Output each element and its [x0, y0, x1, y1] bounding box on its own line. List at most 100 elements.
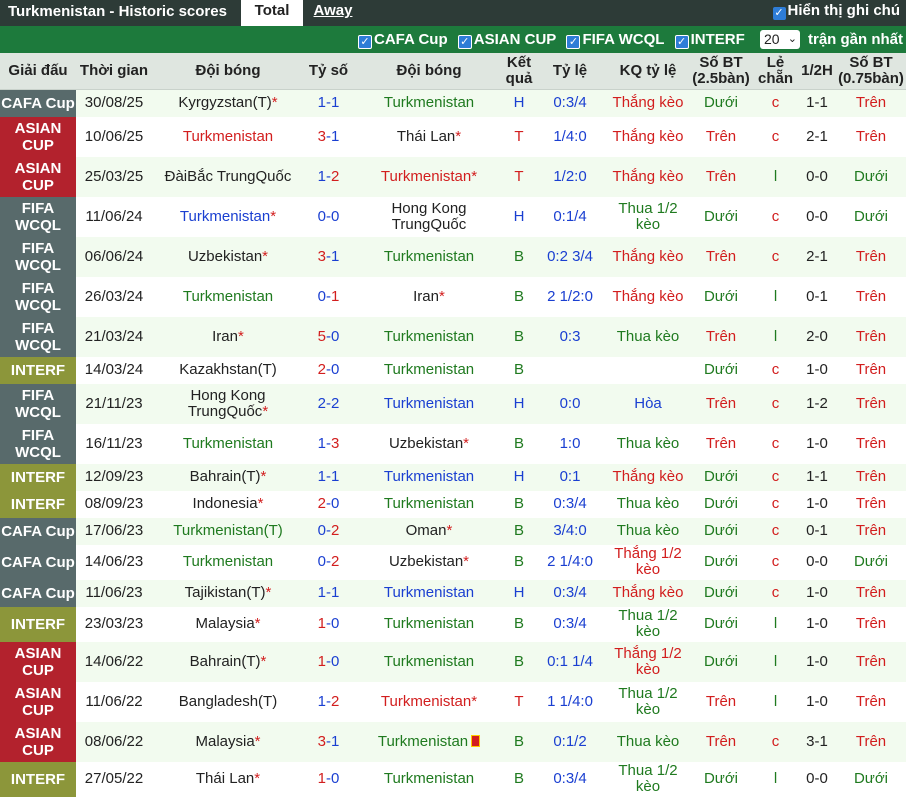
home-team-cell[interactable]: Thái Lan* — [152, 761, 304, 797]
home-team-cell[interactable]: Turkmenistan — [152, 276, 304, 317]
away-team-name[interactable]: Turkmenistan — [384, 584, 474, 601]
show-notes-toggle[interactable]: ✓ Hiển thị ghi chú — [772, 0, 900, 26]
home-team-name[interactable]: Indonesia — [193, 495, 258, 512]
home-team-cell[interactable]: Uzbekistan* — [152, 236, 304, 277]
home-team-name[interactable]: Malaysia — [195, 733, 254, 750]
league-cell[interactable]: ASIAN CUP — [0, 721, 76, 762]
away-team-name[interactable]: Turkmenistan — [384, 615, 474, 632]
table-row[interactable]: INTERF 14/03/24 Kazakhstan(T) 2-0 Turkmenist… — [0, 356, 906, 384]
away-team-name[interactable]: Uzbekistan — [389, 553, 463, 570]
league-cell[interactable]: FIFA WCQL — [0, 276, 76, 317]
filter-fifa-wcql[interactable]: ✓ FIFA WCQL — [566, 31, 664, 49]
column-header[interactable]: Giải đấu — [0, 53, 76, 90]
away-team-name[interactable]: Turkmenistan — [381, 693, 471, 710]
league-cell[interactable]: ASIAN CUP — [0, 641, 76, 682]
column-header[interactable]: Đội bóng — [152, 53, 304, 90]
home-team-cell[interactable]: Turkmenistan(T) — [152, 517, 304, 545]
home-team-cell[interactable]: Bahrain(T)* — [152, 641, 304, 682]
away-team-name[interactable]: Hong Kong TrungQuốc — [391, 200, 466, 233]
table-row[interactable]: INTERF 08/09/23 Indonesia* 2-0 Turkmenistan B… — [0, 490, 906, 518]
score-cell[interactable]: 1-0 — [304, 606, 353, 642]
league-cell[interactable]: FIFA WCQL — [0, 383, 76, 424]
away-team-name[interactable]: Turkmenistan — [384, 653, 474, 670]
column-header[interactable]: Đội bóng — [353, 53, 505, 90]
away-team-name[interactable]: Oman — [406, 522, 447, 539]
away-team-name[interactable]: Turkmenistan — [384, 395, 474, 412]
home-team-cell[interactable]: Iran* — [152, 316, 304, 357]
home-team-cell[interactable]: Turkmenistan — [152, 116, 304, 157]
away-team-cell[interactable]: Turkmenistan — [353, 463, 505, 491]
score-cell[interactable]: 1-2 — [304, 681, 353, 722]
away-team-cell[interactable]: Turkmenistan — [353, 761, 505, 797]
league-cell[interactable]: INTERF — [0, 761, 76, 797]
score-cell[interactable]: 5-0 — [304, 316, 353, 357]
away-team-name[interactable]: Turkmenistan — [384, 361, 474, 378]
away-team-name[interactable]: Iran — [413, 288, 439, 305]
home-team-name[interactable]: Turkmenistan — [183, 435, 273, 452]
away-team-cell[interactable]: Turkmenistan — [353, 89, 505, 117]
table-row[interactable]: FIFA WCQL 11/06/24 Turkmenistan* 0-0 Hong Ko… — [0, 196, 906, 237]
score-cell[interactable]: 2-2 — [304, 383, 353, 424]
league-cell[interactable]: INTERF — [0, 463, 76, 491]
table-row[interactable]: ASIAN CUP 11/06/22 Bangladesh(T) 1-2 Turkmen… — [0, 681, 906, 722]
league-cell[interactable]: CAFA Cup — [0, 517, 76, 545]
league-cell[interactable]: FIFA WCQL — [0, 236, 76, 277]
score-cell[interactable]: 3-1 — [304, 236, 353, 277]
away-team-name[interactable]: Turkmenistan — [384, 248, 474, 265]
score-cell[interactable]: 2-0 — [304, 356, 353, 384]
away-team-cell[interactable]: Thái Lan* — [353, 116, 505, 157]
away-team-cell[interactable]: Turkmenistan — [353, 356, 505, 384]
table-row[interactable]: FIFA WCQL 06/06/24 Uzbekistan* 3-1 Turkmenis… — [0, 236, 906, 277]
home-team-name[interactable]: Hong Kong TrungQuốc — [188, 387, 266, 420]
home-team-name[interactable]: Bangladesh(T) — [179, 693, 277, 710]
table-row[interactable]: INTERF 23/03/23 Malaysia* 1-0 Turkmenistan B 0… — [0, 606, 906, 642]
home-team-name[interactable]: Turkmenistan(T) — [173, 522, 282, 539]
table-row[interactable]: INTERF 12/09/23 Bahrain(T)* 1-1 Turkmenistan… — [0, 463, 906, 491]
league-cell[interactable]: CAFA Cup — [0, 89, 76, 117]
league-cell[interactable]: ASIAN CUP — [0, 156, 76, 197]
score-cell[interactable]: 1-1 — [304, 579, 353, 607]
league-cell[interactable]: INTERF — [0, 606, 76, 642]
table-row[interactable]: CAFA Cup 17/06/23 Turkmenistan(T) 0-2 Oman* B… — [0, 517, 906, 545]
column-header[interactable]: KQ tỷ lệ — [607, 53, 689, 90]
away-team-cell[interactable]: Oman* — [353, 517, 505, 545]
table-row[interactable]: INTERF 27/05/22 Thái Lan* 1-0 Turkmenistan B 0… — [0, 761, 906, 797]
column-header[interactable]: Lẻ chẵn — [753, 53, 798, 90]
away-team-cell[interactable]: Turkmenistan — [353, 606, 505, 642]
table-row[interactable]: ASIAN CUP 14/06/22 Bahrain(T)* 1-0 Turkmenis… — [0, 641, 906, 682]
column-header[interactable]: Số BT (2.5bàn) — [689, 53, 753, 90]
home-team-name[interactable]: Kazakhstan(T) — [179, 361, 277, 378]
home-team-name[interactable]: Turkmenistan — [183, 553, 273, 570]
league-cell[interactable]: CAFA Cup — [0, 579, 76, 607]
home-team-cell[interactable]: ĐàiBắc TrungQuốc — [152, 156, 304, 197]
home-team-cell[interactable]: Tajikistan(T)* — [152, 579, 304, 607]
home-team-name[interactable]: Kyrgyzstan(T) — [178, 94, 271, 111]
home-team-name[interactable]: Uzbekistan — [188, 248, 262, 265]
score-cell[interactable]: 1-2 — [304, 156, 353, 197]
table-row[interactable]: FIFA WCQL 26/03/24 Turkmenistan 0-1 Iran* B 2 … — [0, 276, 906, 317]
home-team-cell[interactable]: Bahrain(T)* — [152, 463, 304, 491]
table-row[interactable]: CAFA Cup 30/08/25 Kyrgyzstan(T)* 1-1 Turkmen… — [0, 89, 906, 117]
away-team-name[interactable]: Turkmenistan — [384, 468, 474, 485]
home-team-name[interactable]: Malaysia — [195, 615, 254, 632]
checkbox-icon[interactable]: ✓ — [358, 35, 372, 49]
checkbox-icon[interactable]: ✓ — [674, 35, 689, 49]
home-team-name[interactable]: Turkmenistan — [180, 208, 270, 225]
column-header[interactable]: Thời gian — [76, 53, 152, 90]
home-team-cell[interactable]: Turkmenistan — [152, 423, 304, 464]
checkbox-icon[interactable]: ✓ — [772, 7, 786, 20]
home-team-name[interactable]: Bahrain(T) — [190, 653, 261, 670]
league-cell[interactable]: INTERF — [0, 490, 76, 518]
filter-cafa-cup[interactable]: ✓ CAFA Cup — [358, 31, 448, 49]
league-cell[interactable]: FIFA WCQL — [0, 196, 76, 237]
score-cell[interactable]: 2-0 — [304, 490, 353, 518]
checkbox-icon[interactable]: ✓ — [566, 35, 581, 49]
score-cell[interactable]: 1-0 — [304, 641, 353, 682]
away-team-cell[interactable]: Turkmenistan — [353, 579, 505, 607]
away-team-cell[interactable]: Turkmenistan* — [353, 681, 505, 722]
away-team-name[interactable]: Turkmenistan — [384, 328, 474, 345]
score-cell[interactable]: 0-0 — [304, 196, 353, 237]
home-team-name[interactable]: Tajikistan(T) — [185, 584, 266, 601]
league-cell[interactable]: CAFA Cup — [0, 544, 76, 580]
score-cell[interactable]: 0-2 — [304, 544, 353, 580]
